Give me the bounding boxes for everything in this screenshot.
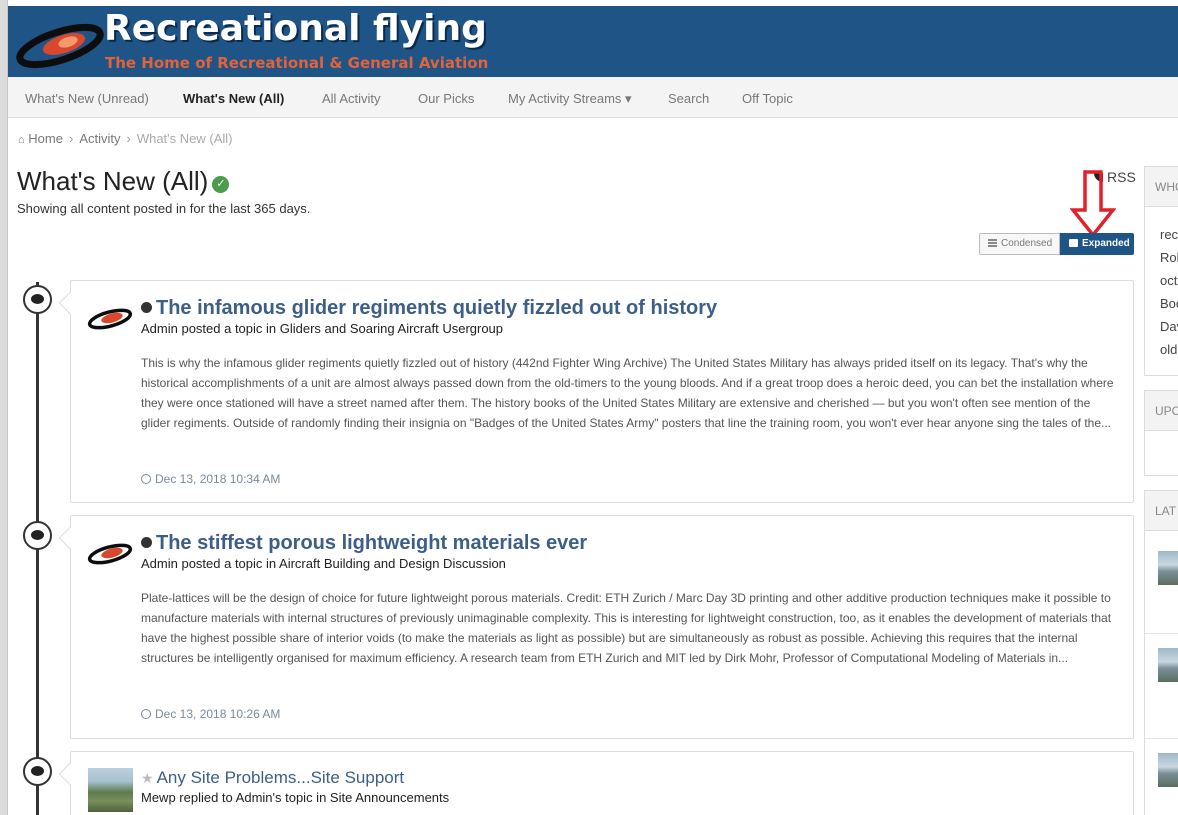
activity-item: The stiffest porous lightweight material… (58, 515, 1134, 739)
sidebar-user-link[interactable]: Boo (1145, 292, 1178, 315)
list-icon (988, 239, 997, 247)
condensed-view-button[interactable]: Condensed (979, 233, 1060, 255)
activity-item: The infamous glider regiments quietly fi… (58, 280, 1134, 503)
breadcrumb-home[interactable]: Home (28, 131, 63, 146)
nav-whats-new-all[interactable]: What's New (All) (183, 91, 284, 106)
star-icon: ★ (141, 770, 154, 786)
item-title-link[interactable]: ★ Any Site Problems...Site Support (141, 768, 404, 788)
comment-icon (23, 757, 52, 786)
item-title-text: The infamous glider regiments quietly fi… (156, 297, 718, 319)
comment-icon (23, 521, 52, 550)
item-title-link[interactable]: The stiffest porous lightweight material… (141, 532, 587, 555)
site-header: Recreational flying The Home of Recreati… (8, 6, 1178, 77)
nav-search[interactable]: Search (668, 91, 709, 106)
sidebar-user-link[interactable]: old (1145, 338, 1178, 361)
sidebar-panel-heading: WHO (1145, 167, 1178, 207)
card-pointer (58, 762, 82, 786)
sidebar-thumbnail[interactable] (1158, 648, 1178, 682)
breadcrumb-current: What's New (All) (136, 131, 233, 146)
item-date-text: Dec 13, 2018 10:26 AM (155, 707, 281, 721)
clock-icon (141, 709, 151, 719)
breadcrumb-separator: › (68, 131, 74, 146)
item-title-link[interactable]: The infamous glider regiments quietly fi… (141, 297, 717, 320)
sidebar-panel-heading: UPC (1145, 391, 1178, 431)
sidebar-user-link[interactable]: rec (1145, 223, 1178, 246)
page-subtitle: Showing all content posted in for the la… (17, 201, 311, 216)
item-date[interactable]: Dec 13, 2018 10:26 AM (141, 707, 280, 721)
avatar[interactable] (88, 768, 133, 812)
sidebar-panel-upcoming: UPC (1144, 390, 1178, 476)
expanded-view-button[interactable]: Expanded (1060, 233, 1134, 255)
avatar[interactable] (87, 303, 133, 333)
item-date[interactable]: Dec 13, 2018 10:34 AM (141, 472, 280, 486)
sidebar-panel-latest: LAT (1144, 490, 1178, 815)
item-meta: Mewp replied to Admin's topic in Site An… (141, 790, 450, 805)
item-date-text: Dec 13, 2018 10:34 AM (155, 472, 281, 486)
item-excerpt: Plate-lattices will be the design of cho… (141, 591, 1112, 665)
item-excerpt: This is why the infamous glider regiment… (141, 356, 1114, 430)
comment-icon (23, 285, 52, 314)
nav-our-picks[interactable]: Our Picks (418, 91, 474, 106)
clock-icon (141, 474, 151, 484)
breadcrumb-activity[interactable]: Activity (79, 131, 120, 146)
red-down-arrow-icon (1070, 170, 1116, 238)
sidebar-thumbnail[interactable] (1158, 753, 1178, 787)
view-toggle: Condensed Expanded (979, 233, 1134, 255)
activity-item: ★ Any Site Problems...Site Support Mewp r… (58, 751, 1134, 815)
nav-whats-new-unread[interactable]: What's New (Unread) (25, 91, 149, 106)
item-meta: Admin posted a topic in Gliders and Soar… (141, 321, 504, 336)
item-title-text: Any Site Problems...Site Support (156, 768, 405, 787)
page-title-text: What's New (All) (17, 166, 209, 196)
item-meta: Admin posted a topic in Aircraft Buildin… (141, 556, 506, 571)
nav-all-activity[interactable]: All Activity (322, 91, 381, 106)
left-edge-strip (0, 0, 8, 815)
nav-off-topic[interactable]: Off Topic (742, 91, 793, 106)
avatar[interactable] (87, 538, 133, 568)
card-pointer (58, 526, 82, 550)
sidebar-user-link[interactable]: Dav (1145, 315, 1178, 338)
breadcrumb-separator: › (126, 131, 131, 146)
condensed-label: Condensed (1001, 238, 1053, 249)
home-icon: ⌂ (18, 134, 25, 146)
unread-dot-icon (141, 537, 152, 548)
page-title: What's New (All) ✓ (17, 166, 230, 197)
sidebar-thumbnail[interactable] (1158, 551, 1178, 585)
square-icon (1069, 239, 1078, 247)
sidebar-user-link[interactable]: Rol (1145, 246, 1178, 269)
main-nav: What's New (Unread) What's New (All) All… (8, 77, 1178, 118)
expanded-label: Expanded (1082, 238, 1130, 249)
nav-my-activity-streams[interactable]: My Activity Streams ▾ (508, 91, 632, 107)
verified-check-icon: ✓ (212, 176, 230, 193)
sidebar-user-link[interactable]: oct (1145, 269, 1178, 292)
site-subtitle: The Home of Recreational & General Aviat… (105, 54, 489, 72)
item-title-text: The stiffest porous lightweight material… (156, 532, 588, 554)
sidebar-panel-heading: LAT (1145, 491, 1178, 531)
sidebar-panel-who: WHO rec Rol oct Boo Dav old (1144, 166, 1178, 376)
breadcrumb: ⌂ Home › Activity › What's New (All) (18, 131, 233, 146)
site-title[interactable]: Recreational flying (104, 8, 487, 49)
card-pointer (58, 291, 82, 315)
logo-icon[interactable] (14, 14, 104, 74)
unread-dot-icon (141, 302, 152, 313)
